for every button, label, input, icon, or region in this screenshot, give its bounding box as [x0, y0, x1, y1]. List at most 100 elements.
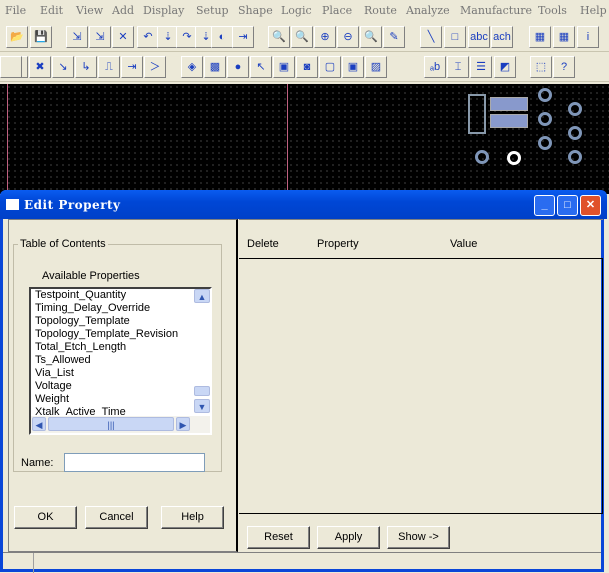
via[interactable] [568, 150, 582, 164]
text-edit-icon[interactable]: ach [491, 26, 513, 48]
void-circle-icon[interactable]: ◙ [296, 56, 318, 78]
pad[interactable] [490, 114, 528, 128]
menu-place[interactable]: Place [322, 4, 352, 17]
property-list-item[interactable]: Via_List [31, 367, 210, 380]
horizontal-scroll-thumb[interactable]: ||| [48, 417, 174, 431]
dimension-icon[interactable]: ⌶ [447, 56, 469, 78]
zoom-fit-icon[interactable]: 🔍 [268, 26, 290, 48]
menu-setup[interactable]: Setup [196, 4, 229, 17]
help-icon[interactable] [0, 56, 22, 78]
scroll-left-button[interactable]: ◀ [32, 417, 46, 431]
via[interactable] [538, 136, 552, 150]
shape-add-icon[interactable]: ◈ [181, 56, 203, 78]
grid-icon[interactable]: ? [553, 56, 575, 78]
shape-fill-icon[interactable]: ▩ [204, 56, 226, 78]
menu-manufacture[interactable]: Manufacture [460, 4, 532, 17]
property-list-item[interactable]: Total_Etch_Length [31, 341, 210, 354]
vertex-icon[interactable]: ↳ [75, 56, 97, 78]
properties-listbox[interactable]: Testpoint_Quantity Timing_Delay_Override T… [29, 287, 212, 435]
menu-tools[interactable]: Tools [538, 4, 567, 17]
close-button[interactable]: ✕ [580, 195, 601, 216]
horizontal-scrollbar[interactable]: ◀ ||| ▶ [31, 416, 210, 433]
menu-help[interactable]: Help [580, 4, 607, 17]
property-list-item[interactable]: Topology_Template_Revision [31, 328, 210, 341]
move-icon[interactable]: ⇲ [66, 26, 88, 48]
connect-icon[interactable]: ⇥ [232, 26, 254, 48]
slide-icon[interactable]: ↘ [52, 56, 74, 78]
via-icon[interactable]: ⇥ [121, 56, 143, 78]
rectangle-icon[interactable]: □ [444, 26, 466, 48]
property-list-item[interactable]: Ts_Allowed [31, 354, 210, 367]
spin-icon[interactable]: ◐ [211, 26, 233, 48]
color-grid-icon[interactable]: ▦ [553, 26, 575, 48]
info-icon[interactable]: i [577, 26, 599, 48]
undo-icon[interactable]: ↶ [137, 26, 159, 48]
menu-edit[interactable]: Edit [40, 4, 63, 17]
via[interactable] [568, 102, 582, 116]
via[interactable] [538, 88, 552, 102]
reset-button[interactable]: Reset [247, 526, 310, 549]
zoom-plus-icon[interactable]: ⊕ [314, 26, 336, 48]
island-icon[interactable]: ▨ [365, 56, 387, 78]
zoom-world-icon[interactable]: 🔍 [360, 26, 382, 48]
via[interactable] [568, 126, 582, 140]
property-icon[interactable]: ◩ [494, 56, 516, 78]
line-icon[interactable]: ╲ [420, 26, 442, 48]
property-list-item[interactable]: Weight [31, 393, 210, 406]
maximize-button[interactable]: □ [557, 195, 578, 216]
menu-file[interactable]: File [5, 4, 26, 17]
name-input[interactable] [64, 453, 205, 472]
menu-add[interactable]: Add [112, 4, 134, 17]
merge-icon[interactable]: ₐb [424, 56, 446, 78]
pad[interactable] [490, 97, 528, 111]
property-list-item[interactable]: Voltage [31, 380, 210, 393]
custom-smooth-icon[interactable]: ＞ [144, 56, 166, 78]
add-connect-green-icon[interactable]: ✖ [29, 56, 51, 78]
component-footprint[interactable] [468, 94, 486, 134]
circle-shape-icon[interactable]: ● [227, 56, 249, 78]
property-list-item[interactable]: Topology_Template [31, 315, 210, 328]
camera-icon[interactable]: ⬚ [530, 56, 552, 78]
select-icon[interactable]: ↖ [250, 56, 272, 78]
show-button[interactable]: Show -> [387, 526, 450, 549]
minimize-button[interactable]: _ [534, 195, 555, 216]
available-properties-label: Available Properties [42, 270, 140, 282]
open-icon[interactable]: 📂 [6, 26, 28, 48]
scroll-up-button[interactable]: ▲ [194, 289, 210, 303]
save-icon[interactable]: 💾 [30, 26, 52, 48]
scroll-down-button[interactable]: ▼ [194, 399, 210, 413]
color-icon[interactable]: ✎ [383, 26, 405, 48]
menu-display[interactable]: Display [143, 4, 184, 17]
menu-analyze[interactable]: Analyze [406, 4, 450, 17]
via[interactable] [475, 150, 489, 164]
void-rect-icon[interactable]: ▢ [319, 56, 341, 78]
dialog-titlebar[interactable]: Edit Property _ □ ✕ [0, 190, 607, 219]
property-grid[interactable] [239, 258, 603, 514]
scroll-right-button[interactable]: ▶ [176, 417, 190, 431]
board-outline [7, 84, 8, 194]
menu-shape[interactable]: Shape [238, 4, 273, 17]
vertical-scroll-thumb[interactable] [194, 386, 210, 396]
layers-icon[interactable]: ▦ [529, 26, 551, 48]
design-canvas[interactable] [0, 84, 609, 194]
ok-button[interactable]: OK [14, 506, 77, 529]
cancel-button[interactable]: Cancel [85, 506, 148, 529]
zoom-in-icon[interactable]: 🔍 [291, 26, 313, 48]
delay-tune-icon[interactable]: ⎍ [98, 56, 120, 78]
text-icon[interactable]: abc [468, 26, 490, 48]
pin-icon[interactable]: ☰ [470, 56, 492, 78]
shape-edit-icon[interactable]: ▣ [342, 56, 364, 78]
help-button[interactable]: Help [161, 506, 224, 529]
menu-view[interactable]: View [76, 4, 103, 17]
apply-button[interactable]: Apply [317, 526, 380, 549]
shape-void-icon[interactable]: ▣ [273, 56, 295, 78]
menu-route[interactable]: Route [364, 4, 397, 17]
via[interactable] [538, 112, 552, 126]
delete-icon[interactable]: ✕ [112, 26, 134, 48]
copy-icon[interactable]: ⇲ [89, 26, 111, 48]
property-list-item[interactable]: Timing_Delay_Override [31, 302, 210, 315]
via[interactable] [507, 151, 521, 165]
property-list-item[interactable]: Testpoint_Quantity [31, 289, 210, 302]
menu-logic[interactable]: Logic [281, 4, 312, 17]
zoom-minus-icon[interactable]: ⊖ [337, 26, 359, 48]
